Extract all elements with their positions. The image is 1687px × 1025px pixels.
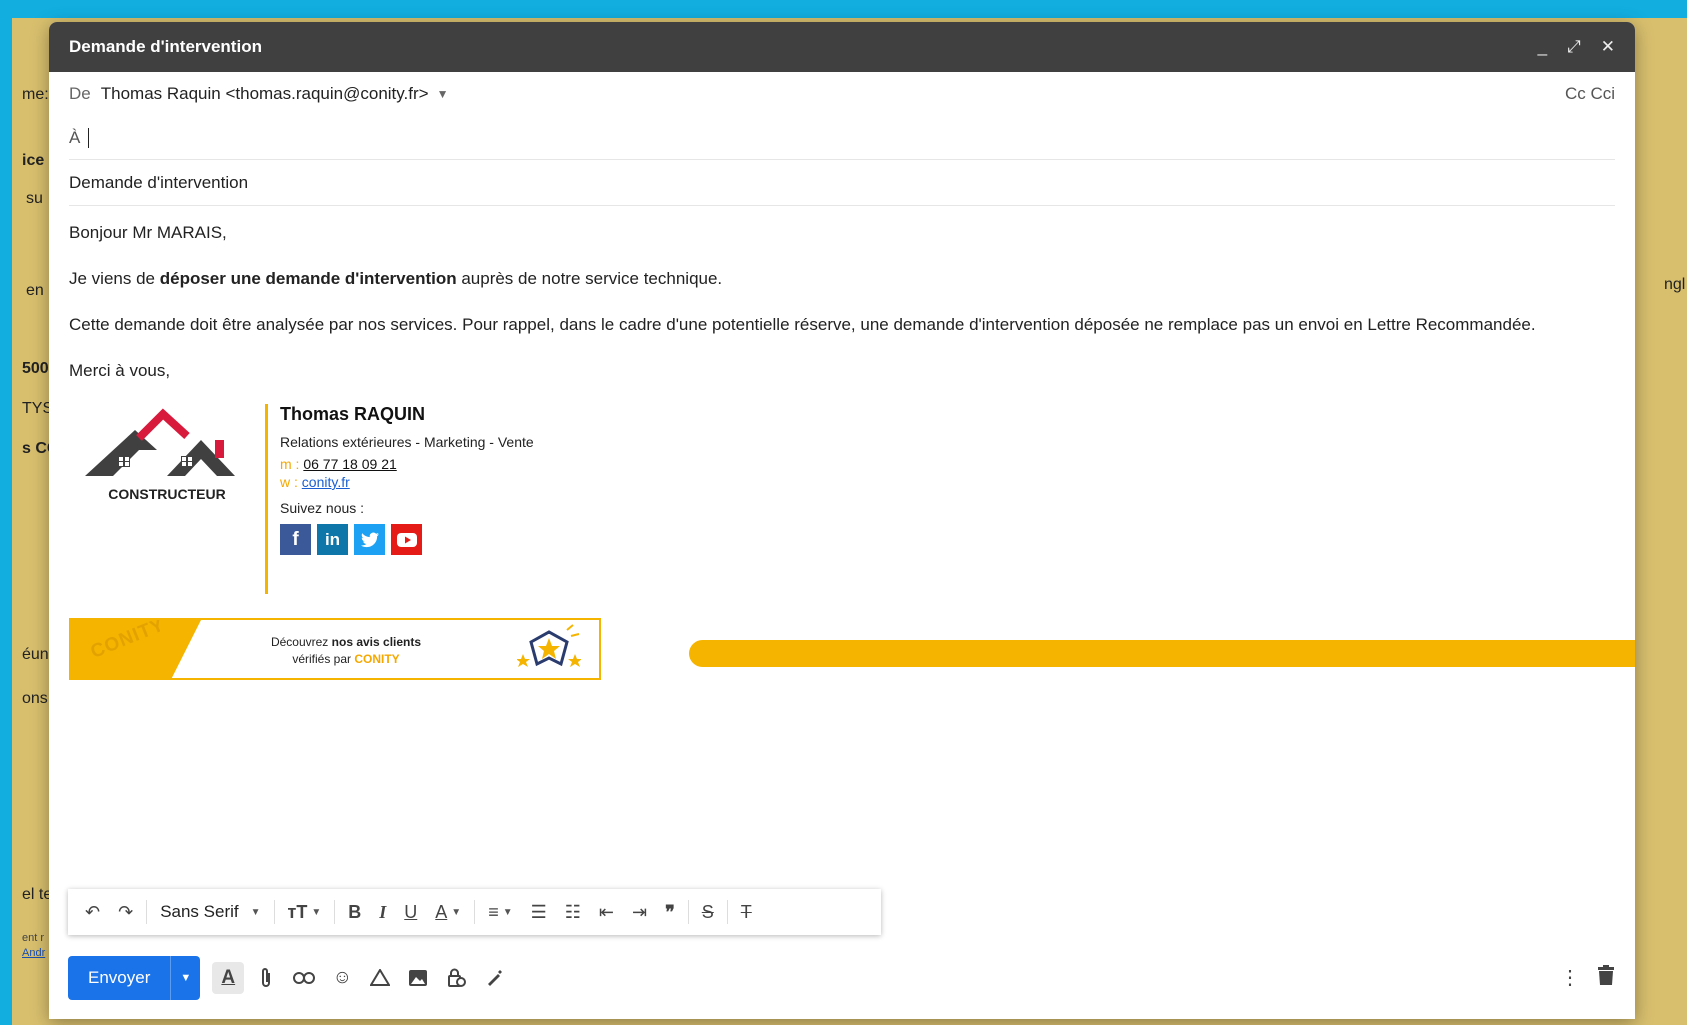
to-label: À: [69, 127, 81, 147]
reviews-banner[interactable]: CONITY Découvrez nos avis clients vérifi…: [69, 618, 601, 680]
italic-icon[interactable]: I: [372, 902, 393, 923]
message-body[interactable]: Bonjour Mr MARAIS, Je viens de déposer u…: [69, 206, 1635, 682]
text-cursor: [88, 127, 90, 148]
chevron-down-icon: ▼: [250, 906, 261, 918]
compose-window: Demande d'intervention _ ⤢ ✕ De Thomas R…: [49, 22, 1635, 1019]
action-bar-right: ⋮: [1560, 965, 1614, 991]
toolbar-divider: [726, 900, 728, 924]
emoji-icon[interactable]: ☺: [326, 962, 358, 994]
signature-info: Thomas RAQUIN Relations extérieures - Ma…: [265, 404, 534, 594]
attach-icon[interactable]: [250, 962, 282, 994]
undo-icon[interactable]: ↶: [78, 902, 107, 923]
bg-fragment: Andr: [22, 947, 46, 959]
body-line-1: Je viens de déposer une demande d'interv…: [69, 269, 723, 288]
cc-bcc-link[interactable]: Cc Cci: [1565, 84, 1615, 104]
trash-icon[interactable]: [1598, 965, 1614, 991]
twitter-icon[interactable]: [354, 524, 385, 555]
from-row: De Thomas Raquin <thomas.raquin@conity.f…: [69, 72, 1615, 116]
constructeur-logo: CONSTRUCTEUR: [69, 404, 265, 592]
logo-text: CONSTRUCTEUR: [108, 486, 226, 502]
website-link[interactable]: conity.fr: [302, 474, 350, 490]
signature-phone: m : 06 77 18 09 21: [280, 456, 397, 472]
fullscreen-icon[interactable]: ⤢: [1567, 37, 1581, 57]
bg-fragment: ons: [22, 690, 48, 707]
compose-titlebar[interactable]: Demande d'intervention _ ⤢ ✕: [49, 22, 1635, 72]
underline-icon[interactable]: U: [397, 902, 424, 923]
indent-more-icon[interactable]: ⇥: [625, 902, 654, 923]
toolbar-divider: [334, 900, 336, 924]
toolbar-divider: [146, 900, 148, 924]
window-controls: _ ⤢ ✕: [1538, 37, 1615, 57]
bg-fragment: ice: [22, 152, 45, 169]
drive-icon[interactable]: [364, 962, 396, 994]
follow-label: Suivez nous :: [280, 500, 365, 516]
bg-fragment: me:: [22, 86, 49, 103]
award-badge-icon: [517, 624, 581, 667]
bg-fragment: en: [26, 282, 44, 299]
chevron-down-icon[interactable]: ▼: [437, 87, 449, 101]
greeting: Bonjour Mr MARAIS,: [69, 223, 227, 242]
schedule-send-dropdown[interactable]: ▼: [170, 956, 201, 1000]
toolbar-divider: [687, 900, 689, 924]
bold-icon[interactable]: B: [341, 902, 368, 923]
body-line-2: Cette demande doit être analysée par nos…: [69, 315, 1536, 334]
social-links: f in: [280, 524, 534, 555]
to-field[interactable]: À: [69, 116, 1615, 160]
close-icon[interactable]: ✕: [1601, 37, 1615, 57]
action-bar: Envoyer ▼ A ☺ ⋮: [68, 954, 1638, 1002]
signature-name: Thomas RAQUIN: [280, 404, 426, 424]
linkedin-icon[interactable]: in: [317, 524, 348, 555]
formatting-toolbar: ↶ ↷ Sans Serif ▼ тT ▼ B I U A ▼ ≡ ▼ ☰ ☷ ⇤ ⇥ …: [68, 889, 881, 935]
bg-fragment: 500: [22, 360, 49, 377]
send-group: Envoyer ▼: [68, 956, 201, 1000]
bulleted-list-icon[interactable]: ☷: [558, 902, 588, 923]
subject-value: Demande d'intervention: [69, 172, 249, 192]
strikethrough-icon[interactable]: S: [695, 902, 721, 923]
indent-less-icon[interactable]: ⇤: [592, 902, 621, 923]
toolbar-divider: [474, 900, 476, 924]
facebook-icon[interactable]: f: [280, 524, 311, 555]
remove-formatting-icon[interactable]: T: [734, 902, 759, 923]
confidential-icon[interactable]: [440, 962, 472, 994]
banner-area: CONITY Découvrez nos avis clients vérifi…: [69, 618, 1635, 682]
youtube-icon[interactable]: [391, 524, 422, 555]
signature-web: w : conity.fr: [280, 474, 350, 490]
from-label: De: [69, 84, 91, 103]
from-value[interactable]: Thomas Raquin <thomas.raquin@conity.fr>: [101, 84, 429, 104]
closing: Merci à vous,: [69, 361, 171, 380]
text-color-icon[interactable]: A ▼: [428, 902, 468, 923]
send-button[interactable]: Envoyer: [68, 956, 171, 1000]
signature-role: Relations extérieures - Marketing - Vent…: [280, 434, 534, 450]
minimize-icon[interactable]: _: [1538, 37, 1547, 57]
highlight-bar: [689, 640, 1635, 667]
banner-text: Découvrez nos avis clients vérifiés par …: [270, 635, 422, 666]
toolbar-divider: [273, 900, 275, 924]
bg-fragment: su: [26, 190, 43, 207]
signature: CONSTRUCTEUR Thomas RAQUIN Relations ext…: [69, 404, 1615, 594]
subject-field[interactable]: Demande d'intervention: [69, 160, 1615, 206]
quote-icon[interactable]: ❞: [658, 902, 682, 923]
align-icon[interactable]: ≡ ▼: [481, 902, 519, 923]
text-size-icon[interactable]: тT ▼: [281, 902, 329, 923]
more-options-icon[interactable]: ⋮: [1560, 965, 1580, 991]
numbered-list-icon[interactable]: ☰: [524, 902, 554, 923]
signature-icon[interactable]: [478, 962, 510, 994]
compose-title: Demande d'intervention: [69, 37, 262, 56]
bg-fragment: ngl: [1664, 276, 1686, 293]
link-icon[interactable]: [288, 962, 320, 994]
photo-icon[interactable]: [402, 962, 434, 994]
redo-icon[interactable]: ↷: [111, 902, 140, 923]
house-logo-icon: [85, 408, 235, 476]
bg-fragment: éun: [22, 646, 49, 663]
formatting-icon[interactable]: A: [212, 962, 245, 994]
bg-fragment: ent r: [22, 932, 45, 944]
font-select[interactable]: Sans Serif ▼: [153, 902, 267, 922]
bg-fragment: el te: [22, 886, 53, 903]
phone-link[interactable]: 06 77 18 09 21: [303, 456, 396, 472]
compose-tools: A ☺: [212, 962, 510, 994]
